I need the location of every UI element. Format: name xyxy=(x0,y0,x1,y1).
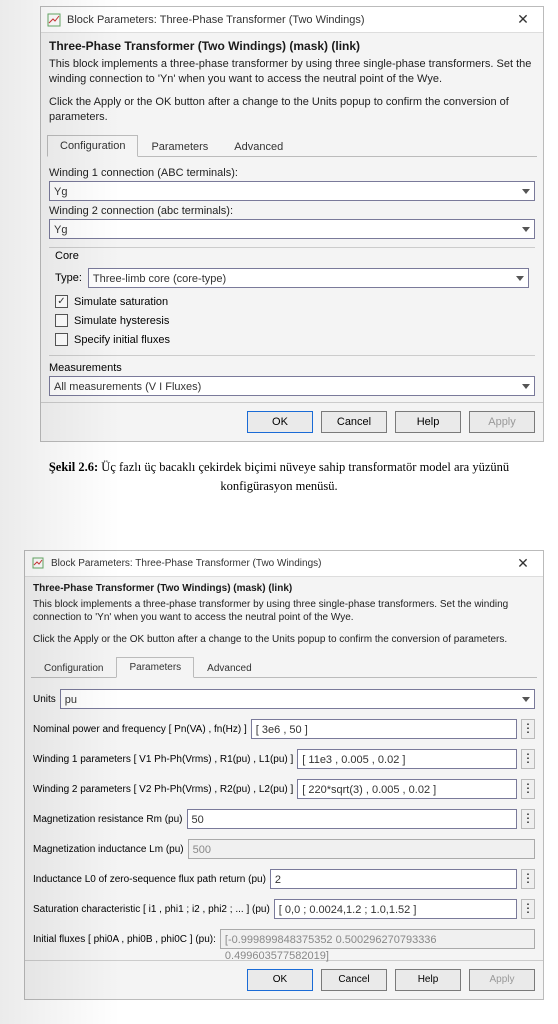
block-parameters-dialog-1: Block Parameters: Three-Phase Transforme… xyxy=(40,6,544,442)
parameters-panel: Units pu Nominal power and frequency [ P… xyxy=(25,678,543,960)
saturation-field[interactable]: [ 0,0 ; 0.0024,1.2 ; 1.0,1.52 ] xyxy=(274,899,517,919)
simulate-saturation-label: Simulate saturation xyxy=(74,296,168,308)
cancel-button[interactable]: Cancel xyxy=(321,411,387,433)
core-group-title: Core xyxy=(49,247,535,264)
winding2-label: Winding 2 connection (abc terminals): xyxy=(49,201,535,219)
apply-button: Apply xyxy=(469,969,535,991)
units-dropdown[interactable]: pu xyxy=(60,689,535,709)
titlebar: Block Parameters: Three-Phase Transforme… xyxy=(41,7,543,33)
rm-field[interactable]: 50 xyxy=(187,809,517,829)
configuration-panel: Winding 1 connection (ABC terminals): Yg… xyxy=(41,157,543,402)
winding2-params-field[interactable]: [ 220*sqrt(3) , 0.005 , 0.02 ] xyxy=(297,779,517,799)
core-type-dropdown[interactable]: Three-limb core (core-type) xyxy=(88,268,529,288)
measurements-label: Measurements xyxy=(49,355,535,376)
action-button-icon[interactable]: ⋮ xyxy=(521,809,535,829)
description-1: This block implements a three-phase tran… xyxy=(25,596,543,631)
ok-button[interactable]: OK xyxy=(247,969,313,991)
winding2-params-label: Winding 2 parameters [ V2 Ph-Ph(Vrms) , … xyxy=(33,784,293,795)
simulate-hysteresis-label: Simulate hysteresis xyxy=(74,315,169,327)
winding2-dropdown[interactable]: Yg xyxy=(49,219,535,239)
l0-field[interactable]: 2 xyxy=(270,869,517,889)
description-2: Click the Apply or the OK button after a… xyxy=(25,631,543,653)
nominal-power-field[interactable]: [ 3e6 , 50 ] xyxy=(251,719,517,739)
nominal-power-label: Nominal power and frequency [ Pn(VA) , f… xyxy=(33,724,247,735)
specify-initial-fluxes-label: Specify initial fluxes xyxy=(74,334,170,346)
titlebar: Block Parameters: Three-Phase Transforme… xyxy=(25,551,543,577)
action-button-icon[interactable]: ⋮ xyxy=(521,749,535,769)
button-bar: OK Cancel Help Apply xyxy=(41,402,543,441)
description-2: Click the Apply or the OK button after a… xyxy=(41,93,543,131)
window-title: Block Parameters: Three-Phase Transforme… xyxy=(67,14,509,26)
mask-header: Three-Phase Transformer (Two Windings) (… xyxy=(25,577,543,596)
simulate-saturation-row[interactable]: ✓ Simulate saturation xyxy=(49,292,535,311)
checkbox-checked-icon[interactable]: ✓ xyxy=(55,295,68,308)
checkbox-unchecked-icon[interactable] xyxy=(55,314,68,327)
winding1-params-label: Winding 1 parameters [ V1 Ph-Ph(Vrms) , … xyxy=(33,754,293,765)
close-icon[interactable]: ✕ xyxy=(509,555,537,572)
tab-configuration[interactable]: Configuration xyxy=(31,658,116,678)
measurements-dropdown[interactable]: All measurements (V I Fluxes) xyxy=(49,376,535,396)
button-bar: OK Cancel Help Apply xyxy=(25,960,543,999)
core-type-label: Type: xyxy=(55,272,82,284)
simulink-icon xyxy=(47,13,61,27)
caption-text-1: Üç fazlı üç bacaklı çekirdek biçimi nüve… xyxy=(98,460,509,474)
tab-strip: Configuration Parameters Advanced xyxy=(31,656,537,678)
units-label: Units xyxy=(33,694,56,705)
action-button-icon[interactable]: ⋮ xyxy=(521,719,535,739)
apply-button: Apply xyxy=(469,411,535,433)
block-parameters-dialog-2: Block Parameters: Three-Phase Transforme… xyxy=(24,550,544,1001)
winding1-params-field[interactable]: [ 11e3 , 0.005 , 0.02 ] xyxy=(297,749,517,769)
rm-label: Magnetization resistance Rm (pu) xyxy=(33,814,183,825)
help-button[interactable]: Help xyxy=(395,969,461,991)
checkbox-unchecked-icon[interactable] xyxy=(55,333,68,346)
winding1-dropdown[interactable]: Yg xyxy=(49,181,535,201)
cancel-button[interactable]: Cancel xyxy=(321,969,387,991)
mask-header: Three-Phase Transformer (Two Windings) (… xyxy=(41,33,543,55)
close-icon[interactable]: ✕ xyxy=(509,11,537,28)
lm-label: Magnetization inductance Lm (pu) xyxy=(33,844,184,855)
window-title: Block Parameters: Three-Phase Transforme… xyxy=(51,558,509,569)
initial-fluxes-label: Initial fluxes [ phi0A , phi0B , phi0C ]… xyxy=(33,934,216,945)
winding1-label: Winding 1 connection (ABC terminals): xyxy=(49,163,535,181)
tab-parameters[interactable]: Parameters xyxy=(138,136,221,157)
tab-configuration[interactable]: Configuration xyxy=(47,135,138,157)
initial-fluxes-field: [-0.999899848375352 0.500296270793336 0.… xyxy=(220,929,535,949)
action-button-icon[interactable]: ⋮ xyxy=(521,869,535,889)
description-1: This block implements a three-phase tran… xyxy=(41,55,543,93)
specify-initial-fluxes-row[interactable]: Specify initial fluxes xyxy=(49,330,535,349)
tab-advanced[interactable]: Advanced xyxy=(194,658,264,678)
action-button-icon[interactable]: ⋮ xyxy=(521,779,535,799)
tab-advanced[interactable]: Advanced xyxy=(221,136,296,157)
caption-bold: Şekil 2.6: xyxy=(49,460,98,474)
help-button[interactable]: Help xyxy=(395,411,461,433)
simulink-icon xyxy=(31,556,45,570)
tab-strip: Configuration Parameters Advanced xyxy=(47,134,537,157)
action-button-icon[interactable]: ⋮ xyxy=(521,899,535,919)
figure-caption-2-6: Şekil 2.6: Üç fazlı üç bacaklı çekirdek … xyxy=(0,448,558,520)
caption-text-2: konfigürasyon menüsü. xyxy=(220,479,337,493)
tab-parameters[interactable]: Parameters xyxy=(116,657,194,678)
simulate-hysteresis-row[interactable]: Simulate hysteresis xyxy=(49,311,535,330)
lm-field: 500 xyxy=(188,839,535,859)
l0-label: Inductance L0 of zero-sequence flux path… xyxy=(33,874,266,885)
saturation-label: Saturation characteristic [ i1 , phi1 ; … xyxy=(33,904,270,915)
ok-button[interactable]: OK xyxy=(247,411,313,433)
